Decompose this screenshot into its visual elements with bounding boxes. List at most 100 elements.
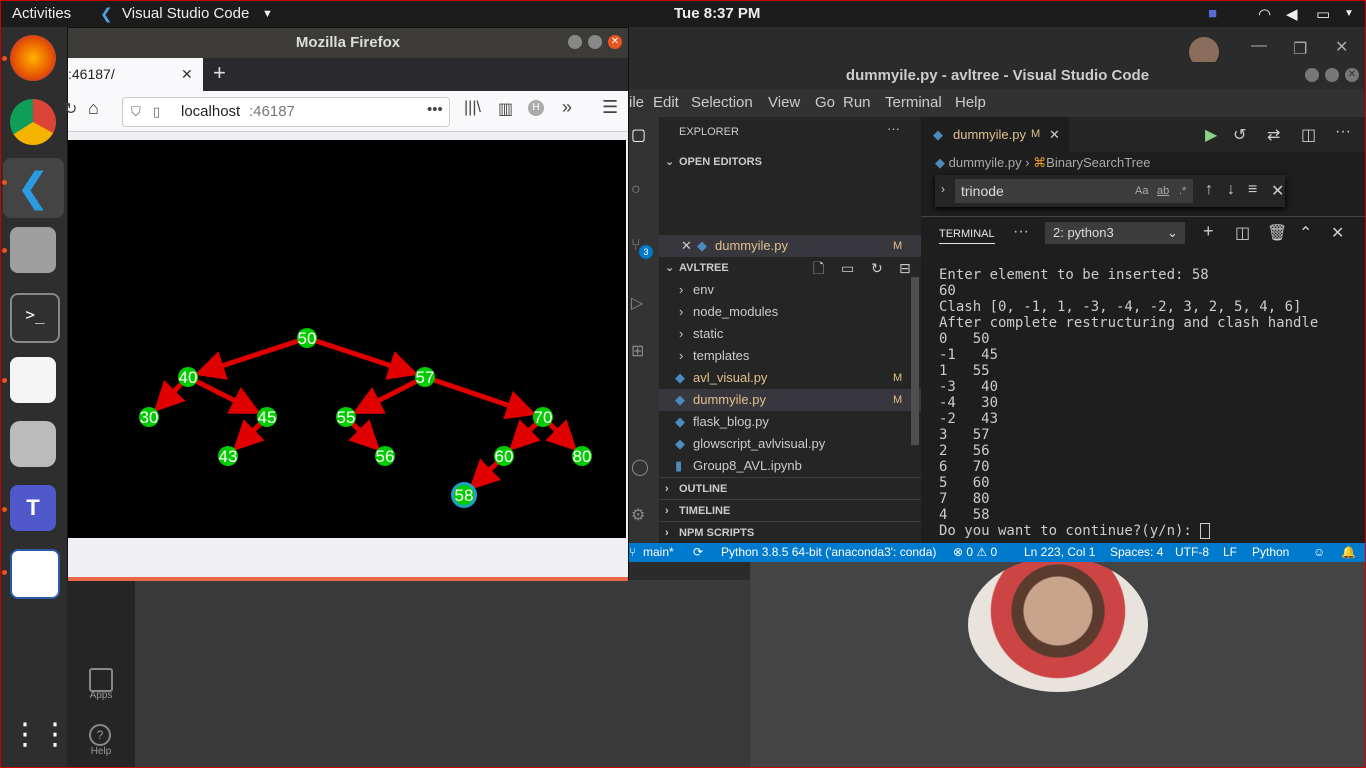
power-menu-chevron-icon[interactable]: ▼ — [1344, 8, 1354, 19]
home-icon[interactable]: ⌂ — [88, 98, 99, 119]
run-debug-icon[interactable]: ▷ — [631, 293, 643, 313]
teams-icon[interactable]: T — [10, 485, 56, 531]
sync-icon[interactable]: ⟳ — [693, 543, 703, 562]
terminal-icon[interactable]: >_ — [10, 293, 60, 343]
open-editor-item[interactable]: ✕ ◆ dummyile.py M — [659, 235, 921, 257]
whole-word-icon[interactable]: ab — [1157, 179, 1169, 203]
menu-item-go[interactable]: Go — [815, 89, 835, 117]
page-actions-icon[interactable]: ••• — [427, 96, 443, 124]
teams-tray-icon[interactable]: ■ — [1208, 5, 1217, 22]
settings-gear-icon[interactable]: ⚙ — [631, 505, 645, 525]
find-in-selection-icon[interactable]: ≡ — [1248, 181, 1257, 199]
file-tree-item[interactable]: ◆ glowscript_avlvisual.py — [659, 433, 921, 455]
menu-item-view[interactable]: View — [768, 89, 800, 117]
overflow-chevron-icon[interactable]: » — [562, 97, 572, 118]
file-tree-item[interactable]: › templates — [659, 345, 921, 367]
next-match-icon[interactable]: ↓ — [1227, 181, 1235, 199]
menu-item-ile[interactable]: ile — [629, 89, 644, 117]
file-tree-item[interactable]: ◆ dummyile.py M — [659, 389, 921, 411]
close-icon[interactable]: ✕ — [608, 35, 622, 49]
breadcrumb-symbol[interactable]: BinarySearchTree — [1046, 155, 1150, 170]
file-tree-item[interactable]: ◆ avl_visual.py M — [659, 367, 921, 389]
account-icon[interactable]: ◯ — [631, 457, 649, 477]
file-tree-item[interactable]: ◆ flask_blog.py — [659, 411, 921, 433]
maximize-panel-icon[interactable]: ⌃ — [1299, 223, 1312, 243]
compare-icon[interactable]: ⇄ — [1267, 125, 1280, 145]
browser-tab[interactable]: :46187/ ✕ — [68, 58, 203, 91]
menu-item-help[interactable]: Help — [955, 89, 986, 117]
menu-item-run[interactable]: Run — [843, 89, 871, 117]
files-explorer-icon[interactable]: ▢ — [631, 125, 646, 145]
firefox-icon[interactable] — [10, 35, 56, 81]
volume-icon[interactable]: ◀ — [1286, 5, 1298, 23]
trash-icon[interactable]: 🗑 — [1267, 223, 1287, 243]
cursor-position[interactable]: Ln 223, Col 1 — [1024, 543, 1095, 562]
new-tab-icon[interactable]: + — [213, 60, 226, 86]
folder-section[interactable]: ⌄ AVLTREE 🗋 ▭ ↻ ⊟ — [659, 257, 921, 279]
page-icon[interactable]: ▯ — [153, 98, 160, 126]
new-terminal-icon[interactable]: + — [1203, 221, 1214, 242]
extension-icon[interactable]: H — [528, 100, 544, 116]
terminal-select[interactable]: 2: python3 ⌄ — [1045, 222, 1185, 244]
file-tree-item[interactable]: › node_modules — [659, 301, 921, 323]
more-actions-icon[interactable]: ··· — [1013, 223, 1029, 241]
file-tree-item[interactable]: › static — [659, 323, 921, 345]
sidebar-icon[interactable]: ▥ — [498, 99, 513, 119]
vscode-icon[interactable]: ❮ — [10, 165, 56, 211]
chevron-right-icon[interactable]: › — [941, 182, 945, 196]
refresh-icon[interactable]: ↻ — [871, 257, 883, 279]
terminal-output[interactable]: Enter element to be inserted: 58 60 Clash … — [939, 267, 1359, 539]
wifi-icon[interactable]: ◠ — [1258, 5, 1271, 23]
extensions-icon[interactable]: ⊞ — [631, 341, 644, 361]
regex-icon[interactable]: .* — [1179, 179, 1186, 203]
file-tree-item[interactable]: ▮ Group8_AVL.ipynb — [659, 455, 921, 477]
language-mode[interactable]: Python — [1252, 543, 1289, 562]
search-icon[interactable]: ○ — [631, 181, 641, 199]
problems-status[interactable]: ⊗ 0 ⚠ 0 — [953, 543, 997, 562]
close-tab-icon[interactable]: ✕ — [181, 58, 193, 91]
outline-section[interactable]: › OUTLINE — [659, 477, 921, 500]
writer-icon[interactable] — [10, 549, 60, 599]
url-bar[interactable]: ⛉ ▯ localhost :46187 ••• — [122, 97, 450, 127]
python-interpreter[interactable]: Python 3.8.5 64-bit ('anaconda3': conda) — [721, 543, 936, 562]
close-tab-icon[interactable]: ✕ — [1049, 117, 1060, 152]
collapse-all-icon[interactable]: ⊟ — [899, 257, 911, 279]
new-folder-icon[interactable]: ▭ — [841, 257, 854, 279]
camera-icon[interactable] — [10, 421, 56, 467]
menu-item-edit[interactable]: Edit — [653, 89, 679, 117]
menu-icon[interactable]: ☰ — [602, 97, 618, 118]
npm-scripts-section[interactable]: › NPM SCRIPTS — [659, 521, 921, 544]
file-tree-item[interactable]: › env — [659, 279, 921, 301]
close-icon[interactable]: ✕ — [1335, 37, 1348, 57]
terminal-tab[interactable]: TERMINAL — [939, 228, 995, 244]
timeline-section[interactable]: › TIMELINE — [659, 499, 921, 522]
more-actions-icon[interactable]: ··· — [887, 121, 900, 136]
clock[interactable]: Tue 8:37 PM — [674, 5, 760, 22]
breadcrumb-file[interactable]: dummyile.py — [949, 155, 1022, 170]
apps-icon[interactable] — [89, 668, 113, 692]
split-terminal-icon[interactable]: ◫ — [1235, 223, 1250, 243]
scrollbar[interactable] — [911, 277, 919, 445]
minimize-icon[interactable] — [568, 35, 582, 49]
chrome-icon[interactable] — [10, 99, 56, 145]
encoding-status[interactable]: UTF-8 — [1175, 543, 1209, 562]
eol-status[interactable]: LF — [1223, 543, 1237, 562]
close-find-icon[interactable]: ✕ — [1271, 181, 1284, 201]
branch-status[interactable]: main* — [643, 543, 674, 562]
battery-icon[interactable]: ▭ — [1316, 5, 1330, 23]
menu-item-selection[interactable]: Selection — [691, 89, 753, 117]
help-icon[interactable]: ? — [89, 724, 111, 746]
minimize-icon[interactable] — [1305, 68, 1319, 82]
split-editor-icon[interactable]: ◫ — [1301, 125, 1316, 145]
open-editors-section[interactable]: ⌄ OPEN EDITORS — [659, 151, 921, 173]
run-icon[interactable]: ▶ — [1205, 125, 1217, 145]
show-apps-icon[interactable]: ⋮⋮ — [10, 715, 70, 761]
files-icon[interactable] — [10, 227, 56, 273]
find-input[interactable]: trinode Aa ab .* — [955, 179, 1193, 203]
library-icon[interactable]: |||\ — [464, 99, 481, 117]
close-icon[interactable]: ✕ — [1345, 68, 1359, 82]
new-file-icon[interactable]: 🗋 — [813, 257, 824, 279]
maximize-icon[interactable] — [1325, 68, 1339, 82]
feedback-icon[interactable]: ☺ — [1313, 543, 1325, 562]
close-panel-icon[interactable]: ✕ — [1331, 223, 1344, 243]
